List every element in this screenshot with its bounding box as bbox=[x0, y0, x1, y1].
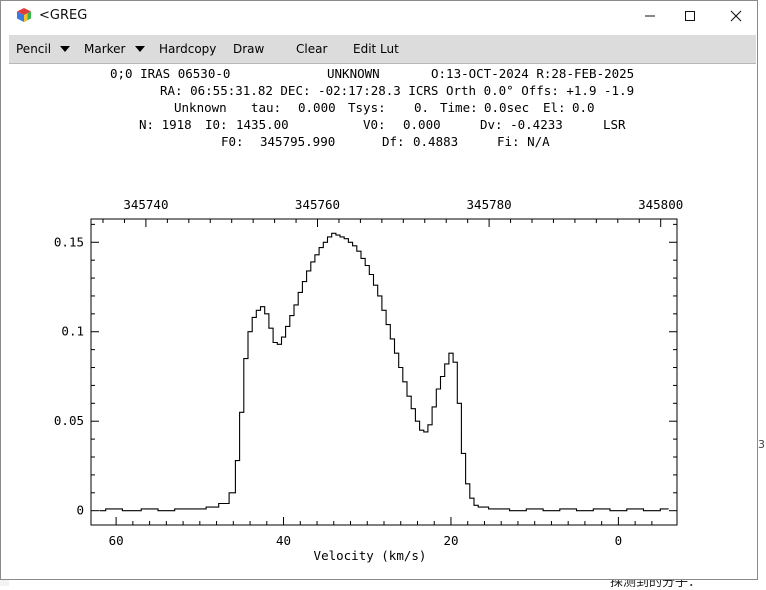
x-tick-label: 0 bbox=[615, 533, 623, 548]
header-v0-value: 0.000 bbox=[403, 117, 441, 132]
header-lsr: LSR bbox=[603, 117, 626, 132]
header-time-label: Time: bbox=[440, 100, 478, 115]
spectrum-plot[interactable]: 0;0 IRAS 06530-0 UNKNOWN O:13-OCT-2024 R… bbox=[0, 0, 766, 586]
header-tau-label: tau: bbox=[251, 100, 281, 115]
header-dv: Dv: -0.4233 bbox=[480, 117, 563, 132]
y-tick-label: 0.05 bbox=[54, 413, 84, 428]
header-df-label: Df: bbox=[382, 134, 405, 149]
x-axis-label: Velocity (km/s) bbox=[314, 548, 427, 563]
header-tau-value: 0.000 bbox=[298, 100, 336, 115]
top-tick-label: 345800 bbox=[638, 197, 683, 212]
top-tick-label: 345780 bbox=[467, 197, 512, 212]
y-tick-label: 0 bbox=[76, 503, 84, 518]
header-line-name: UNKNOWN bbox=[327, 66, 380, 81]
header-df-value: 0.4883 bbox=[413, 134, 458, 149]
spectrum-line bbox=[99, 232, 669, 512]
header-tsys-value: 0. bbox=[414, 100, 429, 115]
header-source: 0;0 IRAS 06530-0 bbox=[110, 66, 230, 81]
y-tick-label: 0.15 bbox=[54, 234, 84, 249]
header-i0-label: I0: bbox=[205, 117, 228, 132]
top-tick-label: 345760 bbox=[295, 197, 340, 212]
header-el-value: 0.0 bbox=[572, 100, 595, 115]
header-unknown: Unknown bbox=[174, 100, 227, 115]
header-n: N: 1918 bbox=[139, 117, 192, 132]
x-tick-label: 40 bbox=[276, 533, 291, 548]
header-f0-value: 345795.990 bbox=[260, 134, 335, 149]
header-fi: Fi: N/A bbox=[497, 134, 550, 149]
header-coordinates: RA: 06:55:31.82 DEC: -02:17:28.3 ICRS Or… bbox=[160, 83, 634, 98]
header-el-label: El: bbox=[543, 100, 566, 115]
header-dates: O:13-OCT-2024 R:28-FEB-2025 bbox=[431, 66, 634, 81]
plot-frame bbox=[90, 218, 678, 526]
x-tick-label: 20 bbox=[443, 533, 458, 548]
header-tsys-label: Tsys: bbox=[348, 100, 386, 115]
y-tick-label: 0.1 bbox=[61, 324, 84, 339]
header-i0-value: 1435.00 bbox=[236, 117, 289, 132]
header-time-value: 0.0sec bbox=[484, 100, 529, 115]
top-tick-label: 345740 bbox=[123, 197, 168, 212]
x-tick-label: 60 bbox=[109, 533, 124, 548]
header-f0-label: F0: bbox=[221, 134, 244, 149]
header-v0-label: V0: bbox=[363, 117, 386, 132]
